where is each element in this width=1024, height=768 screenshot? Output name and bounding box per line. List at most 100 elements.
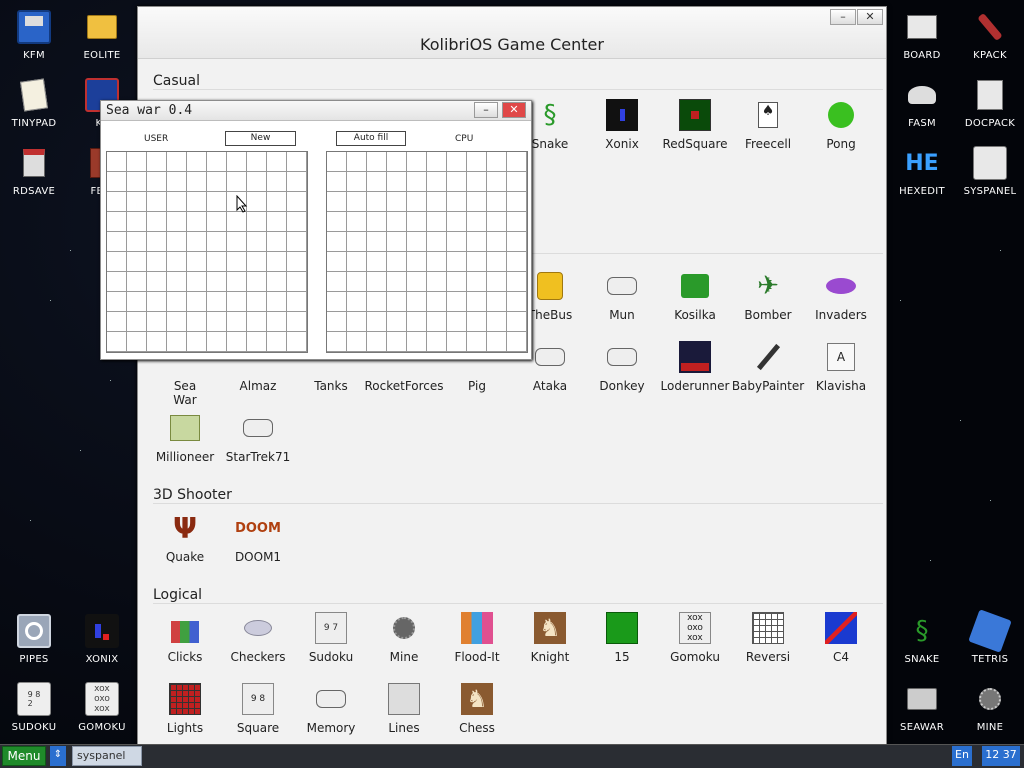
clock[interactable]: 12 37 (982, 746, 1020, 766)
game-15[interactable]: 15 (585, 612, 659, 678)
game-donkey[interactable]: Donkey (585, 341, 659, 407)
cards-icon: ♠ (752, 99, 784, 131)
lights-icon (169, 683, 201, 715)
close-button[interactable]: ✕ (857, 9, 883, 25)
desktop-icon-gomoku[interactable]: xox oxo xox GOMOKU (68, 674, 136, 738)
mower-icon (679, 270, 711, 302)
game-kosilka[interactable]: Kosilka (658, 270, 732, 336)
folder-icon (85, 10, 119, 44)
ufo-icon (825, 270, 857, 302)
task-syspanel[interactable]: syspanel (72, 746, 142, 766)
window-title: KolibriOS Game Center (420, 35, 604, 54)
gamepad-icon (606, 341, 638, 373)
game-klavisha[interactable]: A Klavisha (804, 341, 878, 407)
loderunner-icon (679, 341, 711, 373)
mine-icon (388, 612, 420, 644)
desktop-icon-kpack[interactable]: KPACK (956, 2, 1024, 66)
doom-icon: DOOM (235, 520, 281, 536)
menu-button[interactable]: Menu (2, 746, 46, 766)
game-invaders[interactable]: Invaders (804, 270, 878, 336)
pipes-icon (17, 614, 51, 648)
game-freecell[interactable]: ♠ Freecell (731, 99, 805, 165)
desktop-icon-sudoku[interactable]: 9 82 SUDOKU (0, 674, 68, 738)
game-clicks[interactable]: Clicks (148, 612, 222, 678)
game-c4[interactable]: C4 (804, 612, 878, 678)
desktop-icon-syspanel[interactable]: SYSPANEL (956, 138, 1024, 202)
seawar-window: Sea war 0.4 – ✕ USER New Auto fill CPU (100, 100, 532, 360)
new-button[interactable]: New (225, 131, 296, 146)
game-xonix[interactable]: Xonix (585, 99, 659, 165)
section-logical: Logical (153, 587, 203, 603)
desktop-icon-kfm[interactable]: KFM (0, 2, 68, 66)
clicks-icon (169, 612, 201, 644)
seawar-icon (905, 682, 939, 716)
money-icon (169, 412, 201, 444)
fifteen-icon (606, 612, 638, 644)
game-flood-it[interactable]: Flood-It (440, 612, 514, 678)
game-lights[interactable]: Lights (148, 683, 222, 749)
game-loderunner[interactable]: Loderunner (658, 341, 732, 407)
game-chess[interactable]: ♞ Chess (440, 683, 514, 749)
language-indicator[interactable]: En (952, 746, 972, 766)
game-center-titlebar[interactable]: – ✕ KolibriOS Game Center (138, 7, 886, 59)
section-casual: Casual (153, 73, 200, 89)
close-button[interactable]: ✕ (502, 102, 526, 118)
game-quake[interactable]: Ψ Quake (148, 512, 222, 578)
lines-icon (388, 683, 420, 715)
game-doom1[interactable]: DOOM DOOM1 (221, 512, 295, 578)
desktop-icon-tinypad[interactable]: TINYPAD (0, 70, 68, 134)
flood-icon (461, 612, 493, 644)
desktop-icon-xonix[interactable]: XONIX (68, 606, 136, 670)
desktop-icon-rdsave[interactable]: RDSAVE (0, 138, 68, 202)
game-memory[interactable]: Memory (294, 683, 368, 749)
desktop-icon-mine[interactable]: MINE (956, 674, 1024, 738)
cpu-label: CPU (455, 134, 474, 144)
desktop-icon-eolite[interactable]: EOLITE (68, 2, 136, 66)
minimize-button[interactable]: – (830, 9, 856, 25)
desktop-icon-snake[interactable]: § SNAKE (888, 606, 956, 670)
minimize-button[interactable]: – (474, 102, 498, 118)
dropper-icon (752, 341, 784, 373)
game-sudoku[interactable]: 9 7 Sudoku (294, 612, 368, 678)
floppy-icon (17, 10, 51, 44)
sudoku-icon: 9 7 (315, 612, 347, 644)
user-board[interactable] (106, 151, 308, 353)
game-startrek71[interactable]: StarTrek71 (221, 412, 295, 478)
sudoku-icon: 9 8 (242, 683, 274, 715)
game-mun[interactable]: Mun (585, 270, 659, 336)
cabinet-icon (973, 78, 1007, 112)
game-bomber[interactable]: ✈ Bomber (731, 270, 805, 336)
game-millioneer[interactable]: Millioneer (148, 412, 222, 478)
gamepad-icon (534, 341, 566, 373)
gamepad-icon (242, 412, 274, 444)
cpu-board[interactable] (326, 151, 528, 353)
desktop-icon-pipes[interactable]: PIPES (0, 606, 68, 670)
seawar-title: Sea war 0.4 (106, 103, 193, 118)
desktop-icon-docpack[interactable]: DOCPACK (956, 70, 1024, 134)
xonix-icon (85, 614, 119, 648)
game-mine[interactable]: Mine (367, 612, 441, 678)
game-redsquare[interactable]: RedSquare (658, 99, 732, 165)
game-babypainter[interactable]: BabyPainter (731, 341, 805, 407)
seawar-titlebar[interactable]: Sea war 0.4 – ✕ (101, 101, 531, 121)
taskbar: Menu ⇕ syspanel En 12 37 (0, 744, 1024, 768)
game-reversi[interactable]: Reversi (731, 612, 805, 678)
desktop-icon-hexedit[interactable]: HE HEXEDIT (888, 138, 956, 202)
desktop-icon-seawar[interactable]: SEAWAR (888, 674, 956, 738)
desktop-icon-fasm[interactable]: FASM (888, 70, 956, 134)
desktop-icon-tetris[interactable]: TETRIS (956, 606, 1024, 670)
game-checkers[interactable]: Checkers (221, 612, 295, 678)
game-square[interactable]: 9 8 Square (221, 683, 295, 749)
game-gomoku[interactable]: xox oxo xox Gomoku (658, 612, 732, 678)
bus-icon (534, 270, 566, 302)
mine-icon (973, 682, 1007, 716)
sudoku-icon: 9 82 (17, 682, 51, 716)
autofill-button[interactable]: Auto fill (336, 131, 406, 146)
game-pong[interactable]: Pong (804, 99, 878, 165)
disk-save-icon (17, 146, 51, 180)
switch-icon[interactable]: ⇕ (50, 746, 66, 766)
hexedit-icon: HE (905, 150, 939, 176)
desktop-icon-board[interactable]: BOARD (888, 2, 956, 66)
game-knight[interactable]: ♞ Knight (513, 612, 587, 678)
game-lines[interactable]: Lines (367, 683, 441, 749)
